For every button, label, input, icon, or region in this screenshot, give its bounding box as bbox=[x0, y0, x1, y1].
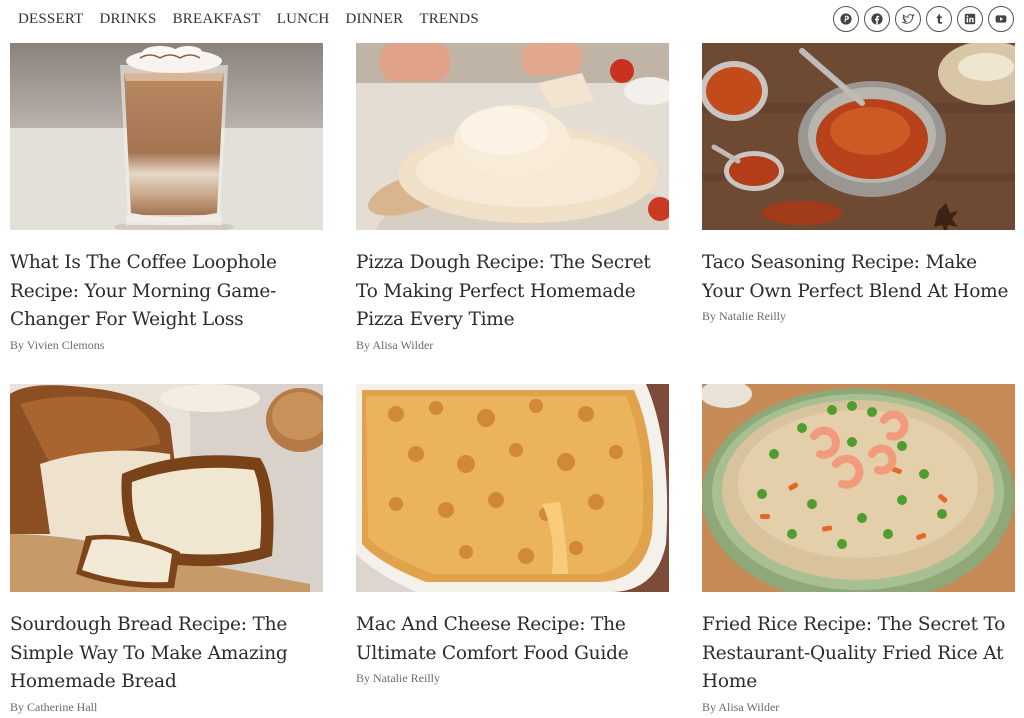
recipe-author: By Vivien Clemons bbox=[10, 337, 105, 352]
recipe-card: Mac And Cheese Recipe: The Ultimate Comf… bbox=[356, 384, 669, 718]
nav-item-dinner[interactable]: DINNER bbox=[345, 11, 403, 28]
social-links bbox=[833, 6, 1014, 32]
nav-item-drinks[interactable]: DRINKS bbox=[100, 11, 157, 28]
nav-item-breakfast[interactable]: BREAKFAST bbox=[173, 11, 261, 28]
recipe-title[interactable]: What Is The Coffee Loophole Recipe: Your… bbox=[10, 249, 323, 335]
tumblr-icon[interactable] bbox=[926, 6, 952, 32]
recipe-author: By Alisa Wilder bbox=[702, 699, 780, 714]
recipe-image-mac-and-cheese[interactable] bbox=[356, 384, 669, 592]
recipe-title[interactable]: Taco Seasoning Recipe: Make Your Own Per… bbox=[702, 249, 1015, 306]
recipe-title[interactable]: Sourdough Bread Recipe: The Simple Way T… bbox=[10, 611, 323, 697]
recipe-title[interactable]: Pizza Dough Recipe: The Secret To Making… bbox=[356, 249, 669, 335]
recipe-image-fried-rice[interactable] bbox=[702, 384, 1015, 592]
nav-item-dessert[interactable]: DESSERT bbox=[18, 11, 84, 28]
recipe-card: Pizza Dough Recipe: The Secret To Making… bbox=[356, 43, 669, 384]
top-navigation: DESSERT DRINKS BREAKFAST LUNCH DINNER TR… bbox=[0, 0, 1024, 40]
recipe-grid: What Is The Coffee Loophole Recipe: Your… bbox=[10, 43, 1015, 718]
nav-item-lunch[interactable]: LUNCH bbox=[277, 11, 330, 28]
nav-item-trends[interactable]: TRENDS bbox=[419, 11, 479, 28]
recipe-author: By Natalie Reilly bbox=[356, 671, 440, 685]
linkedin-icon[interactable] bbox=[957, 6, 983, 32]
recipe-card: Sourdough Bread Recipe: The Simple Way T… bbox=[10, 384, 323, 718]
youtube-icon[interactable] bbox=[988, 6, 1014, 32]
recipe-image-iced-coffee[interactable] bbox=[10, 43, 323, 230]
recipe-author: By Catherine Hall bbox=[10, 699, 98, 714]
recipe-image-sourdough-bread[interactable] bbox=[10, 384, 323, 592]
recipe-card: What Is The Coffee Loophole Recipe: Your… bbox=[10, 43, 323, 384]
pinterest-icon[interactable] bbox=[833, 6, 859, 32]
category-menu: DESSERT DRINKS BREAKFAST LUNCH DINNER TR… bbox=[18, 11, 479, 28]
recipe-card: Fried Rice Recipe: The Secret To Restaur… bbox=[702, 384, 1015, 718]
recipe-author: By Natalie Reilly bbox=[702, 309, 786, 323]
facebook-icon[interactable] bbox=[864, 6, 890, 32]
recipe-image-pizza-dough[interactable] bbox=[356, 43, 669, 230]
recipe-author: By Alisa Wilder bbox=[356, 337, 434, 352]
recipe-title[interactable]: Mac And Cheese Recipe: The Ultimate Comf… bbox=[356, 611, 669, 668]
twitter-icon[interactable] bbox=[895, 6, 921, 32]
recipe-image-taco-seasoning[interactable] bbox=[702, 43, 1015, 230]
recipe-card: Taco Seasoning Recipe: Make Your Own Per… bbox=[702, 43, 1015, 384]
recipe-title[interactable]: Fried Rice Recipe: The Secret To Restaur… bbox=[702, 611, 1015, 697]
